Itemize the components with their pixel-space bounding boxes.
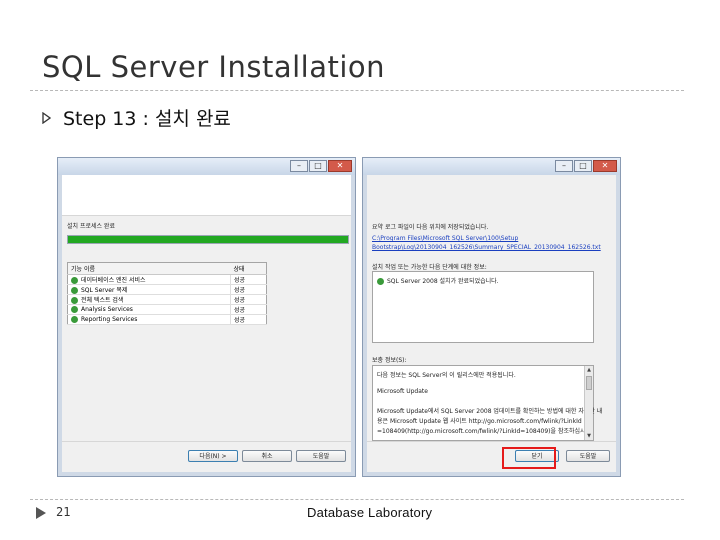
bullet-arrow-icon — [42, 111, 51, 124]
success-check-icon — [377, 278, 384, 285]
close-icon[interactable]: ✕ — [328, 160, 352, 172]
page-number: 21 — [56, 505, 71, 519]
title-divider — [30, 90, 684, 91]
info-label: 설치 작업 또는 가능한 다음 단계에 대한 정보: — [372, 264, 487, 271]
notes-line: 용은 Microsoft Update 웹 사이트 http://go.micr… — [377, 418, 582, 425]
close-button-highlight — [502, 447, 556, 469]
window-controls: – □ ✕ — [290, 160, 352, 172]
table-row[interactable]: Reporting Services 성공 — [67, 314, 267, 325]
window-client-area: 요약 로그 파일이 다음 위치에 저장되었습니다. C:\Program Fil… — [367, 175, 616, 472]
feature-cell: Reporting Services — [67, 314, 231, 325]
notes-scrollbar[interactable]: ▲ ▼ — [584, 366, 593, 440]
installer-complete-window: – □ ✕ 요약 로그 파일이 다음 위치에 저장되었습니다. C:\Progr… — [362, 157, 621, 477]
window-banner — [62, 175, 351, 216]
footer-divider — [30, 499, 684, 500]
help-button[interactable]: 도움말 — [566, 450, 610, 462]
cancel-button[interactable]: 취소 — [242, 450, 292, 462]
table-header-row: 기능 이름 상태 — [67, 262, 267, 275]
info-box: SQL Server 2008 설치가 완료되었습니다. — [372, 271, 594, 343]
slide-title: SQL Server Installation — [42, 50, 386, 84]
dialog-button-bar: 닫기 도움말 — [367, 441, 616, 472]
feature-cell: 전체 텍스트 검색 — [67, 294, 231, 305]
feature-name: Analysis Services — [81, 306, 133, 313]
footer-arrow-icon — [34, 505, 48, 524]
bullet-line: Step 13 : 설치 완료 — [42, 104, 231, 131]
next-button[interactable]: 다음(N) > — [188, 450, 238, 462]
success-check-icon — [71, 297, 78, 304]
feature-status-table: 기능 이름 상태 데이터베이스 엔진 서비스 성공 SQL Server 복제 … — [67, 262, 267, 325]
feature-cell: Analysis Services — [67, 304, 231, 315]
notes-line: Microsoft Update — [377, 388, 428, 395]
dialog-button-bar: 다음(N) > 취소 도움말 — [62, 441, 351, 472]
feature-name: Reporting Services — [81, 316, 138, 323]
notes-line: 다음 정보는 SQL Server의 이 릴리스에만 적용됩니다. — [377, 372, 516, 379]
success-check-icon — [71, 287, 78, 294]
info-text: SQL Server 2008 설치가 완료되었습니다. — [387, 278, 499, 285]
installer-progress-window: – □ ✕ 설치 프로세스 완료 기능 이름 상태 데이터베이스 엔진 서비스 … — [57, 157, 356, 477]
minimize-icon[interactable]: – — [555, 160, 573, 172]
status-cell: 성공 — [229, 274, 267, 285]
feature-name: SQL Server 복제 — [81, 287, 128, 294]
feature-cell: SQL Server 복제 — [67, 284, 231, 295]
maximize-icon[interactable]: □ — [309, 160, 327, 172]
window-titlebar: – □ ✕ — [363, 158, 620, 175]
success-check-icon — [71, 306, 78, 313]
scroll-thumb[interactable] — [586, 376, 592, 390]
table-row[interactable]: Analysis Services 성공 — [67, 304, 267, 315]
summary-log-link-continued[interactable]: Bootstrap\Log\20130904_162526\Summary_SP… — [372, 244, 601, 251]
table-row[interactable]: 전체 텍스트 검색 성공 — [67, 294, 267, 305]
summary-log-label: 요약 로그 파일이 다음 위치에 저장되었습니다. — [372, 224, 489, 231]
window-titlebar: – □ ✕ — [58, 158, 355, 175]
status-cell: 성공 — [229, 314, 267, 325]
window-client-area: 설치 프로세스 완료 기능 이름 상태 데이터베이스 엔진 서비스 성공 SQL… — [62, 175, 351, 472]
footer-label: Database Laboratory — [307, 505, 433, 520]
minimize-icon[interactable]: – — [290, 160, 308, 172]
success-check-icon — [71, 277, 78, 284]
step-heading: Step 13 : 설치 완료 — [63, 108, 231, 130]
window-controls: – □ ✕ — [555, 160, 617, 172]
maximize-icon[interactable]: □ — [574, 160, 592, 172]
feature-name: 전체 텍스트 검색 — [81, 297, 124, 304]
summary-log-link[interactable]: C:\Program Files\Microsoft SQL Server\10… — [372, 235, 518, 242]
table-row[interactable]: SQL Server 복제 성공 — [67, 284, 267, 295]
status-cell: 성공 — [229, 304, 267, 315]
feature-cell: 데이터베이스 엔진 서비스 — [67, 274, 231, 285]
col-header-feature: 기능 이름 — [67, 262, 231, 275]
help-button[interactable]: 도움말 — [296, 450, 346, 462]
progress-bar — [67, 235, 349, 244]
notes-label: 보충 정보(S): — [372, 357, 407, 364]
feature-name: 데이터베이스 엔진 서비스 — [81, 277, 146, 284]
info-line: SQL Server 2008 설치가 완료되었습니다. — [377, 276, 499, 285]
status-cell: 성공 — [229, 294, 267, 305]
status-cell: 성공 — [229, 284, 267, 295]
notes-line: Microsoft Update에서 SQL Server 2008 업데이트를… — [377, 408, 603, 415]
col-header-status: 상태 — [230, 262, 267, 275]
close-icon[interactable]: ✕ — [593, 160, 617, 172]
scroll-up-icon[interactable]: ▲ — [585, 366, 593, 374]
progress-label: 설치 프로세스 완료 — [67, 223, 115, 230]
scroll-down-icon[interactable]: ▼ — [585, 432, 593, 440]
progress-bar-fill — [68, 236, 348, 243]
notes-line: =108409(http://go.microsoft.com/fwlink/?… — [377, 428, 593, 435]
notes-box[interactable]: 다음 정보는 SQL Server의 이 릴리스에만 적용됩니다. Micros… — [372, 365, 602, 441]
success-check-icon — [71, 316, 78, 323]
table-row[interactable]: 데이터베이스 엔진 서비스 성공 — [67, 274, 267, 285]
